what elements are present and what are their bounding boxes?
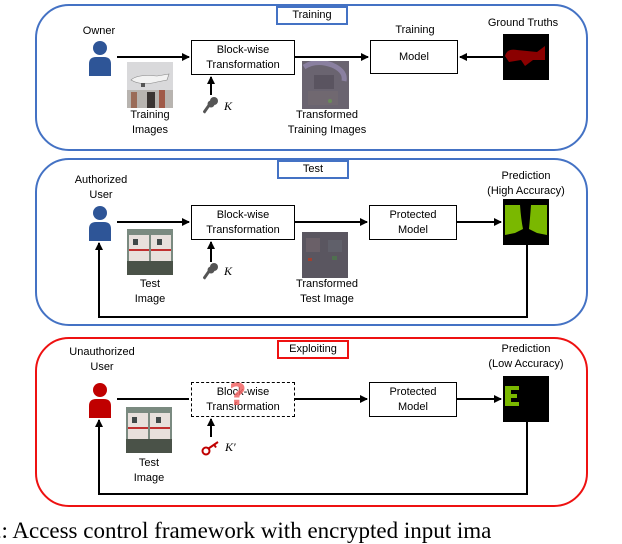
figure-caption: 2: Access control framework with encrypt… xyxy=(0,518,492,543)
connection-arrows xyxy=(95,53,528,495)
